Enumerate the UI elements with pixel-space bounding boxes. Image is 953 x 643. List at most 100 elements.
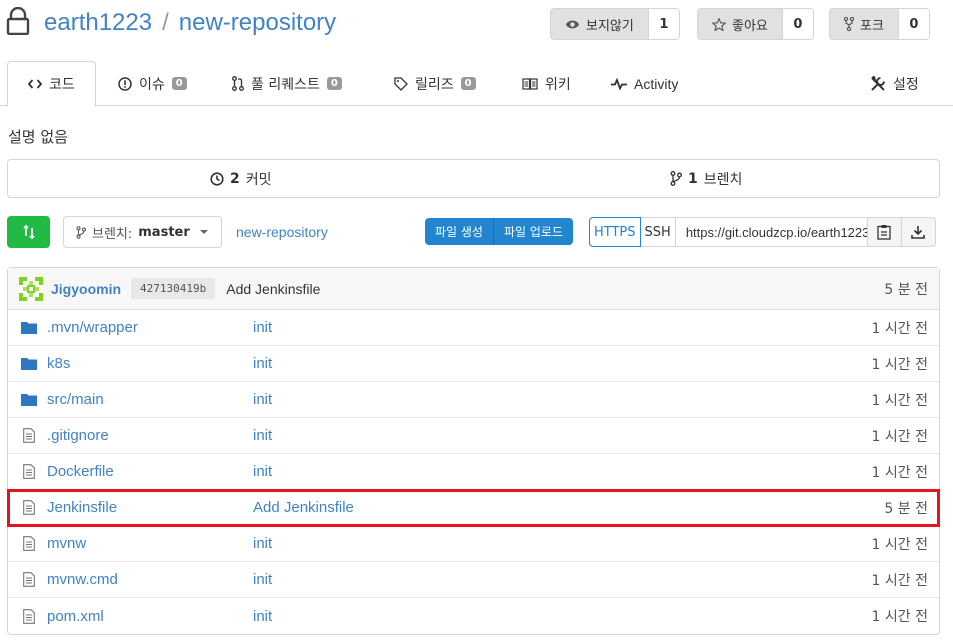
- pulls-count-badge: 0: [326, 77, 342, 90]
- file-name-link[interactable]: mvnw: [47, 535, 86, 552]
- issues-count-badge: 0: [171, 77, 187, 90]
- file-name-link[interactable]: src/main: [47, 391, 104, 408]
- file-time: 1 시간 전: [871, 356, 928, 373]
- folder-icon: [21, 358, 37, 370]
- watch-group: 보지않기 1: [550, 8, 680, 40]
- file-row[interactable]: .mvn/wrapper init 1 시간 전: [8, 310, 939, 346]
- file-name-link[interactable]: .gitignore: [47, 427, 109, 444]
- file-time: 1 시간 전: [871, 320, 928, 337]
- tab-releases[interactable]: 릴리즈 0: [394, 61, 476, 106]
- file-actions: 파일 생성 파일 업로드: [425, 218, 573, 245]
- new-file-button[interactable]: 파일 생성: [425, 218, 493, 245]
- star-icon: [712, 17, 726, 31]
- file-name-link[interactable]: k8s: [47, 355, 70, 372]
- file-time: 1 시간 전: [871, 609, 928, 625]
- copy-url-button[interactable]: [867, 217, 902, 247]
- file-commit-link[interactable]: init: [253, 319, 272, 336]
- commits-stat[interactable]: 2 커밋: [8, 160, 474, 197]
- fork-count[interactable]: 0: [897, 8, 930, 40]
- file-name-link[interactable]: .mvn/wrapper: [47, 319, 138, 336]
- repo-stats-bar: 2 커밋 1 브렌치: [7, 159, 940, 198]
- ssh-button[interactable]: SSH: [640, 217, 676, 247]
- tab-issues[interactable]: 이슈 0: [118, 61, 187, 106]
- file-row[interactable]: mvnw.cmd init 1 시간 전: [8, 562, 939, 598]
- file-text-icon: [23, 572, 35, 587]
- file-time: 1 시간 전: [871, 572, 928, 589]
- compare-button[interactable]: [7, 216, 50, 248]
- issue-icon: [118, 76, 132, 91]
- file-name-link[interactable]: Dockerfile: [47, 463, 114, 480]
- file-name-link[interactable]: mvnw.cmd: [47, 571, 118, 588]
- file-time: 5 분 전: [884, 500, 928, 517]
- repo-header: earth1223 / new-repository 보지않기 1 좋아요 0 포크…: [0, 0, 953, 50]
- repo-name-link[interactable]: new-repository: [179, 9, 336, 36]
- folder-icon: [21, 322, 37, 334]
- branches-stat[interactable]: 1 브렌치: [474, 160, 940, 197]
- file-commit-link[interactable]: init: [253, 427, 272, 444]
- file-name-link[interactable]: Jenkinsfile: [47, 499, 117, 516]
- file-row[interactable]: k8s init 1 시간 전: [8, 346, 939, 382]
- file-row[interactable]: src/main init 1 시간 전: [8, 382, 939, 418]
- https-button[interactable]: HTTPS: [589, 217, 641, 247]
- tools-icon: [871, 75, 885, 91]
- tab-pull-requests[interactable]: 풀 리퀘스트 0: [232, 61, 342, 106]
- fork-icon: [844, 17, 854, 31]
- fork-button[interactable]: 포크: [829, 8, 898, 40]
- repo-title-separator: /: [162, 9, 169, 36]
- file-row-jenkinsfile[interactable]: Jenkinsfile Add Jenkinsfile 5 분 전: [7, 489, 940, 527]
- file-row[interactable]: Dockerfile init 1 시간 전: [8, 454, 939, 490]
- file-row[interactable]: .gitignore init 1 시간 전: [8, 418, 939, 454]
- file-commit-link[interactable]: init: [253, 355, 272, 372]
- history-icon: [210, 171, 224, 186]
- file-row[interactable]: mvnw init 1 시간 전: [8, 526, 939, 562]
- watch-count[interactable]: 1: [647, 8, 680, 40]
- commit-sha[interactable]: 427130419b: [131, 278, 216, 299]
- file-text-icon: [23, 464, 35, 479]
- file-name-link[interactable]: pom.xml: [47, 608, 104, 625]
- tab-settings-label: 설정: [893, 76, 919, 93]
- tab-activity[interactable]: Activity: [611, 61, 678, 106]
- commit-time: 5 분 전: [884, 281, 928, 298]
- file-commit-link[interactable]: init: [253, 391, 272, 408]
- latest-commit-row: Jigyoomin 427130419b Add Jenkinsfile 5 분…: [8, 268, 939, 310]
- tab-settings[interactable]: 설정: [870, 61, 919, 106]
- file-commit-link[interactable]: init: [253, 535, 272, 552]
- repo-owner-link[interactable]: earth1223: [44, 9, 152, 36]
- file-text-icon: [23, 428, 35, 443]
- pull-request-icon: [232, 76, 244, 91]
- tab-pull-requests-label: 풀 리퀘스트: [251, 76, 320, 93]
- fork-group: 포크 0: [829, 8, 930, 40]
- file-commit-link[interactable]: init: [253, 571, 272, 588]
- book-icon: [522, 77, 538, 90]
- clipboard-icon: [877, 225, 891, 240]
- download-icon: [911, 226, 926, 239]
- breadcrumb-repo-link[interactable]: new-repository: [236, 224, 328, 240]
- star-button[interactable]: 좋아요: [697, 8, 782, 40]
- avatar: [19, 276, 43, 301]
- branch-dropdown[interactable]: 브렌치: master: [63, 216, 222, 248]
- file-text-icon: [23, 608, 35, 624]
- clone-url-input[interactable]: https://git.cloudzcp.io/earth1223/new-re…: [675, 217, 868, 247]
- file-commit-link[interactable]: init: [253, 463, 272, 480]
- file-row[interactable]: pom.xml init 1 시간 전: [8, 598, 939, 634]
- tab-wiki-label: 위키: [545, 76, 571, 93]
- file-commit-link[interactable]: Add Jenkinsfile: [253, 499, 354, 516]
- commit-author-link[interactable]: Jigyoomin: [51, 281, 121, 297]
- tab-releases-label: 릴리즈: [415, 76, 454, 93]
- download-button[interactable]: [901, 217, 936, 247]
- commits-label: 커밋: [245, 171, 272, 188]
- tab-activity-label: Activity: [634, 75, 679, 92]
- file-commit-link[interactable]: init: [253, 608, 272, 625]
- upload-file-button[interactable]: 파일 업로드: [492, 218, 573, 245]
- star-group: 좋아요 0: [697, 8, 814, 40]
- file-time: 1 시간 전: [871, 464, 928, 481]
- star-count[interactable]: 0: [781, 8, 814, 40]
- branch-prefix: 브렌치:: [92, 226, 133, 242]
- branch-name: master: [138, 224, 190, 240]
- file-time: 1 시간 전: [871, 392, 928, 409]
- branches-label: 브렌치: [703, 171, 743, 188]
- watch-button[interactable]: 보지않기: [550, 8, 648, 40]
- commit-message[interactable]: Add Jenkinsfile: [226, 281, 320, 297]
- tab-wiki[interactable]: 위키: [522, 61, 571, 106]
- tab-code[interactable]: 코드: [7, 61, 96, 107]
